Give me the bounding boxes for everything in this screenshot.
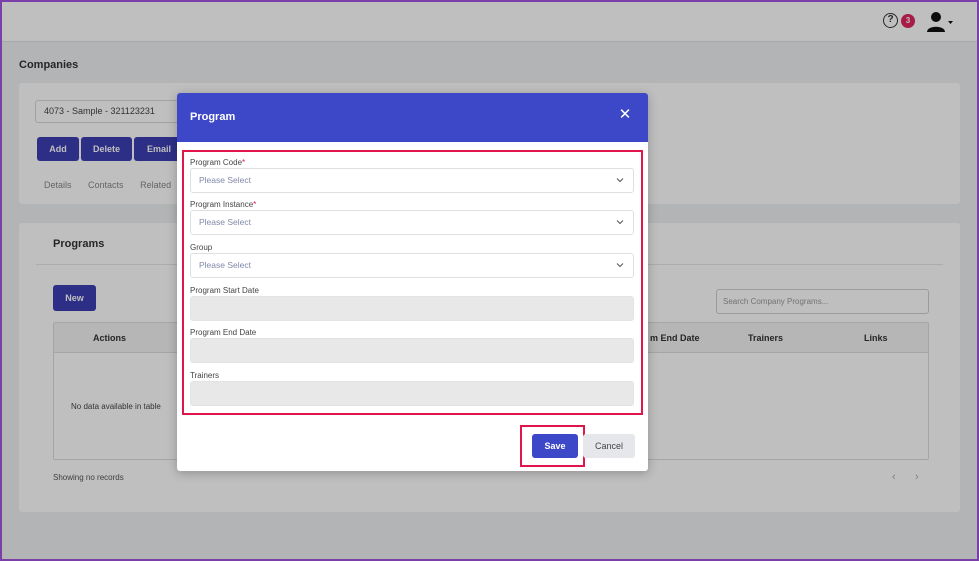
program-instance-placeholder: Please Select — [199, 217, 251, 227]
chevron-down-icon — [616, 220, 624, 225]
modal-header: Program ✕ — [177, 93, 648, 142]
cancel-button[interactable]: Cancel — [583, 434, 635, 458]
trainers-label: Trainers — [190, 371, 220, 380]
required-mark: * — [242, 158, 246, 167]
program-instance-label-text: Program Instance — [190, 200, 254, 209]
group-select[interactable]: Please Select — [190, 253, 634, 278]
close-icon[interactable]: ✕ — [618, 107, 632, 123]
program-modal: Program ✕ Program Code* Please Select Pr… — [177, 93, 648, 471]
end-date-input[interactable] — [190, 338, 634, 363]
end-date-label: Program End Date — [190, 328, 257, 337]
group-label: Group — [190, 243, 213, 252]
required-mark: * — [253, 200, 257, 209]
trainers-input[interactable] — [190, 381, 634, 406]
group-placeholder: Please Select — [199, 260, 251, 270]
program-code-label-text: Program Code — [190, 158, 243, 167]
program-code-label: Program Code* — [190, 158, 245, 167]
save-button[interactable]: Save — [532, 434, 578, 458]
program-instance-label: Program Instance* — [190, 200, 256, 209]
program-code-placeholder: Please Select — [199, 175, 251, 185]
start-date-input[interactable] — [190, 296, 634, 321]
screenshot-frame: ? 3 Companies 4073 - Sample - 321123231 … — [0, 0, 979, 561]
program-code-select[interactable]: Please Select — [190, 168, 634, 193]
program-instance-select[interactable]: Please Select — [190, 210, 634, 235]
start-date-label: Program Start Date — [190, 286, 259, 295]
chevron-down-icon — [616, 263, 624, 268]
chevron-down-icon — [616, 178, 624, 183]
modal-title: Program — [190, 111, 236, 123]
